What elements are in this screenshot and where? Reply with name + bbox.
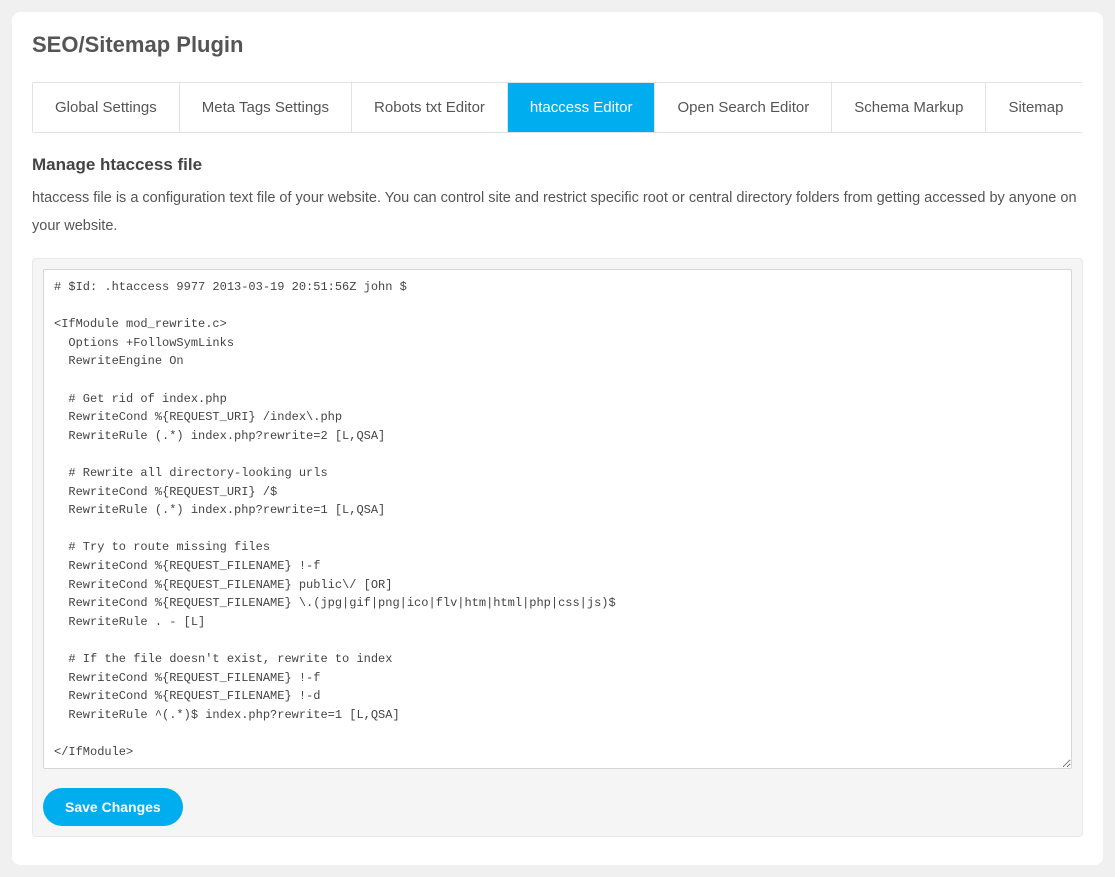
tab-sitemap[interactable]: Sitemap bbox=[986, 83, 1085, 132]
tab-schema-markup[interactable]: Schema Markup bbox=[832, 83, 986, 132]
editor-panel: Save Changes bbox=[32, 258, 1083, 837]
tab-global-settings[interactable]: Global Settings bbox=[33, 83, 180, 132]
save-button[interactable]: Save Changes bbox=[43, 788, 183, 826]
tab-meta-tags-settings[interactable]: Meta Tags Settings bbox=[180, 83, 352, 132]
tab-htaccess-editor[interactable]: htaccess Editor bbox=[508, 83, 656, 132]
tab-robots-txt-editor[interactable]: Robots txt Editor bbox=[352, 83, 508, 132]
section-description: htaccess file is a configuration text fi… bbox=[32, 185, 1083, 240]
tab-open-search-editor[interactable]: Open Search Editor bbox=[655, 83, 832, 132]
settings-card: SEO/Sitemap Plugin Global Settings Meta … bbox=[12, 12, 1103, 865]
tabs-bar: Global Settings Meta Tags Settings Robot… bbox=[32, 82, 1083, 133]
htaccess-textarea[interactable] bbox=[43, 269, 1072, 769]
page-title: SEO/Sitemap Plugin bbox=[32, 32, 1083, 58]
section-title: Manage htaccess file bbox=[32, 155, 1083, 175]
